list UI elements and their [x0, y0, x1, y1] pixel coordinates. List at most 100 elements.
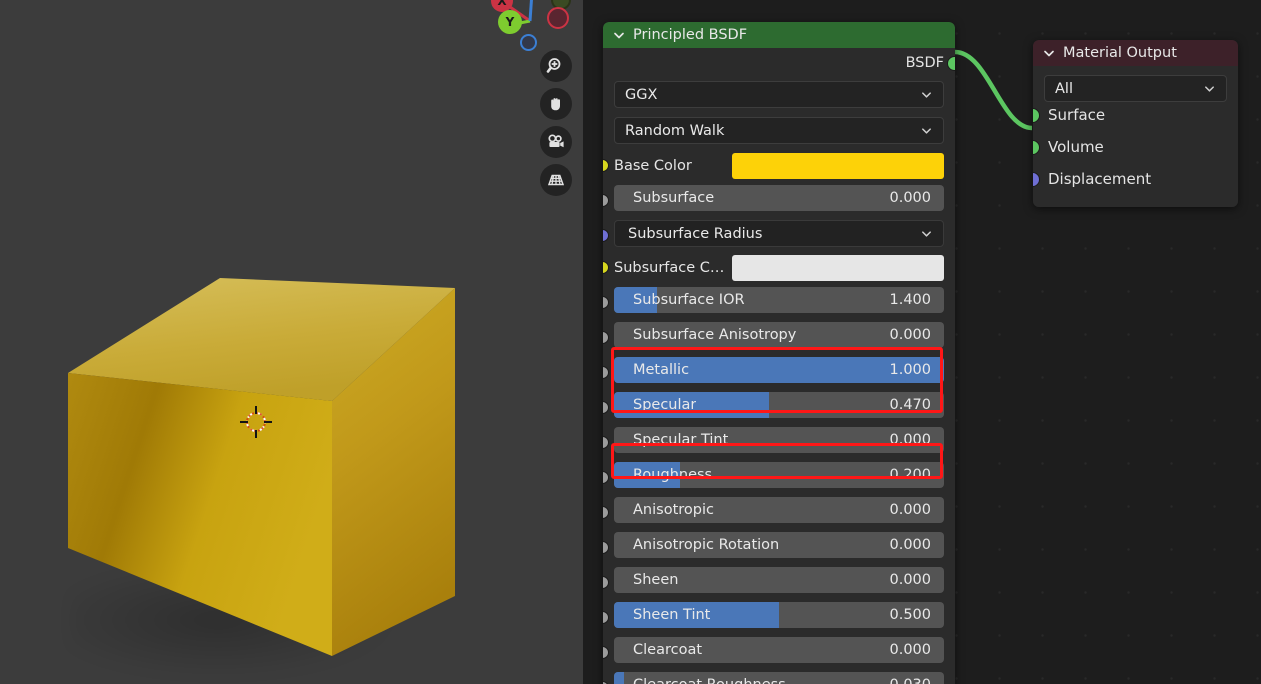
row-value: 0.000 — [889, 502, 944, 518]
input-row-displacement[interactable]: Displacement — [1033, 163, 1238, 195]
socket-subsurface-ior[interactable] — [603, 296, 609, 309]
socket-base-color[interactable] — [603, 159, 609, 172]
chevron-down-icon[interactable] — [1042, 46, 1056, 60]
socket-clearcoat[interactable] — [603, 646, 609, 659]
row-value: 0.000 — [889, 327, 944, 343]
row-value: 1.400 — [889, 292, 944, 308]
color-swatch-subsurface-color[interactable] — [732, 255, 944, 281]
orthographic-grid-icon[interactable] — [540, 164, 572, 196]
row-metallic[interactable]: Metallic 1.000 — [603, 357, 955, 389]
row-label: Specular — [614, 397, 696, 413]
output-label-bsdf: BSDF — [906, 55, 944, 71]
socket-specular[interactable] — [603, 401, 609, 414]
row-subsurface-ior[interactable]: Subsurface IOR 1.400 — [603, 287, 955, 319]
chevron-down-icon[interactable] — [920, 124, 933, 137]
row-base-color[interactable]: Base Color — [603, 150, 955, 182]
row-specular-tint[interactable]: Specular Tint 0.000 — [603, 427, 955, 459]
row-value: 0.470 — [889, 397, 944, 413]
row-label: Subsurface Radius — [615, 226, 762, 242]
chevron-down-icon[interactable] — [1203, 82, 1216, 95]
node-principled-bsdf[interactable]: Principled BSDF BSDF GGX — [603, 22, 955, 684]
select-subsurface-method[interactable]: Random Walk — [603, 117, 955, 150]
socket-anisotropic[interactable] — [603, 506, 609, 519]
row-subsurface-radius[interactable]: Subsurface Radius — [603, 220, 955, 252]
socket-surface[interactable] — [1033, 108, 1040, 123]
node-header-material-output[interactable]: Material Output — [1033, 40, 1238, 66]
row-value: 0.030 — [889, 677, 944, 684]
input-label-surface: Surface — [1048, 106, 1105, 124]
input-label-volume: Volume — [1048, 138, 1104, 156]
gizmo-axis-neg-z[interactable] — [520, 34, 537, 51]
socket-sheen-tint[interactable] — [603, 611, 609, 624]
3d-viewport[interactable]: X Y — [0, 0, 583, 684]
pan-hand-icon[interactable] — [540, 88, 572, 120]
row-label: Specular Tint — [614, 432, 728, 448]
row-value: 0.000 — [889, 432, 944, 448]
row-clearcoat[interactable]: Clearcoat 0.000 — [603, 637, 955, 669]
chevron-down-icon[interactable] — [920, 88, 933, 101]
row-clearcoat-roughness[interactable]: Clearcoat Roughness 0.030 — [603, 672, 955, 684]
row-sheen-tint[interactable]: Sheen Tint 0.500 — [603, 602, 955, 634]
node-title: Material Output — [1063, 45, 1177, 61]
viewport-tool-gizmos — [540, 50, 574, 202]
row-label: Anisotropic — [614, 502, 714, 518]
row-label: Clearcoat Roughness — [614, 677, 786, 684]
socket-metallic[interactable] — [603, 366, 609, 379]
color-swatch-base-color[interactable] — [732, 153, 944, 179]
node-material-output[interactable]: Material Output All Surface — [1033, 40, 1238, 207]
row-label: Subsurface C… — [614, 260, 732, 276]
row-value: 0.500 — [889, 607, 944, 623]
row-value: 0.000 — [889, 572, 944, 588]
row-anisotropic-rotation[interactable]: Anisotropic Rotation 0.000 — [603, 532, 955, 564]
row-value: 1.000 — [889, 362, 944, 378]
input-label-displacement: Displacement — [1048, 170, 1151, 188]
select-subsurface-method-value: Random Walk — [625, 123, 724, 139]
socket-subsurface-radius[interactable] — [603, 229, 609, 242]
select-target[interactable]: All — [1033, 66, 1238, 99]
node-header-principled-bsdf[interactable]: Principled BSDF — [603, 22, 955, 48]
input-row-volume[interactable]: Volume — [1033, 131, 1238, 163]
select-target-value: All — [1055, 81, 1073, 97]
socket-anisotropic-rotation[interactable] — [603, 541, 609, 554]
row-sheen[interactable]: Sheen 0.000 — [603, 567, 955, 599]
row-value: 0.000 — [889, 642, 944, 658]
row-label: Anisotropic Rotation — [614, 537, 779, 553]
row-label: Subsurface — [614, 190, 714, 206]
zoom-icon[interactable] — [540, 50, 572, 82]
row-label: Base Color — [614, 158, 732, 174]
socket-roughness[interactable] — [603, 471, 609, 484]
row-subsurface-anisotropy[interactable]: Subsurface Anisotropy 0.000 — [603, 322, 955, 354]
select-distribution-value: GGX — [625, 87, 657, 103]
row-label: Roughness — [614, 467, 712, 483]
node-body-principled-bsdf: BSDF GGX Random Walk — [603, 48, 955, 684]
blender-window: X Y — [0, 0, 1261, 684]
chevron-down-icon[interactable] — [920, 227, 933, 240]
socket-specular-tint[interactable] — [603, 436, 609, 449]
shader-node-editor[interactable]: Principled BSDF BSDF GGX — [583, 0, 1261, 684]
node-title: Principled BSDF — [633, 27, 747, 43]
output-row-bsdf[interactable]: BSDF — [603, 48, 955, 78]
row-label: Metallic — [614, 362, 689, 378]
row-roughness[interactable]: Roughness 0.200 — [603, 462, 955, 494]
gizmo-axis-neg-x[interactable] — [547, 7, 569, 29]
row-anisotropic[interactable]: Anisotropic 0.000 — [603, 497, 955, 529]
socket-subsurface-anisotropy[interactable] — [603, 331, 609, 344]
row-value: 0.000 — [889, 537, 944, 553]
row-subsurface[interactable]: Subsurface 0.000 — [603, 185, 955, 217]
row-specular[interactable]: Specular 0.470 — [603, 392, 955, 424]
row-value: 0.200 — [889, 467, 944, 483]
chevron-down-icon[interactable] — [612, 28, 626, 42]
socket-subsurface[interactable] — [603, 194, 609, 207]
cube-object[interactable] — [55, 258, 475, 678]
select-distribution[interactable]: GGX — [603, 81, 955, 114]
row-label: Subsurface IOR — [614, 292, 745, 308]
row-subsurface-color[interactable]: Subsurface C… — [603, 252, 955, 284]
socket-displacement[interactable] — [1033, 172, 1040, 187]
socket-volume[interactable] — [1033, 140, 1040, 155]
socket-subsurface-color[interactable] — [603, 261, 609, 274]
gizmo-axis-y[interactable]: Y — [498, 10, 522, 34]
socket-sheen[interactable] — [603, 576, 609, 589]
socket-output-bsdf[interactable] — [947, 56, 955, 71]
camera-icon[interactable] — [540, 126, 572, 158]
input-row-surface[interactable]: Surface — [1033, 99, 1238, 131]
